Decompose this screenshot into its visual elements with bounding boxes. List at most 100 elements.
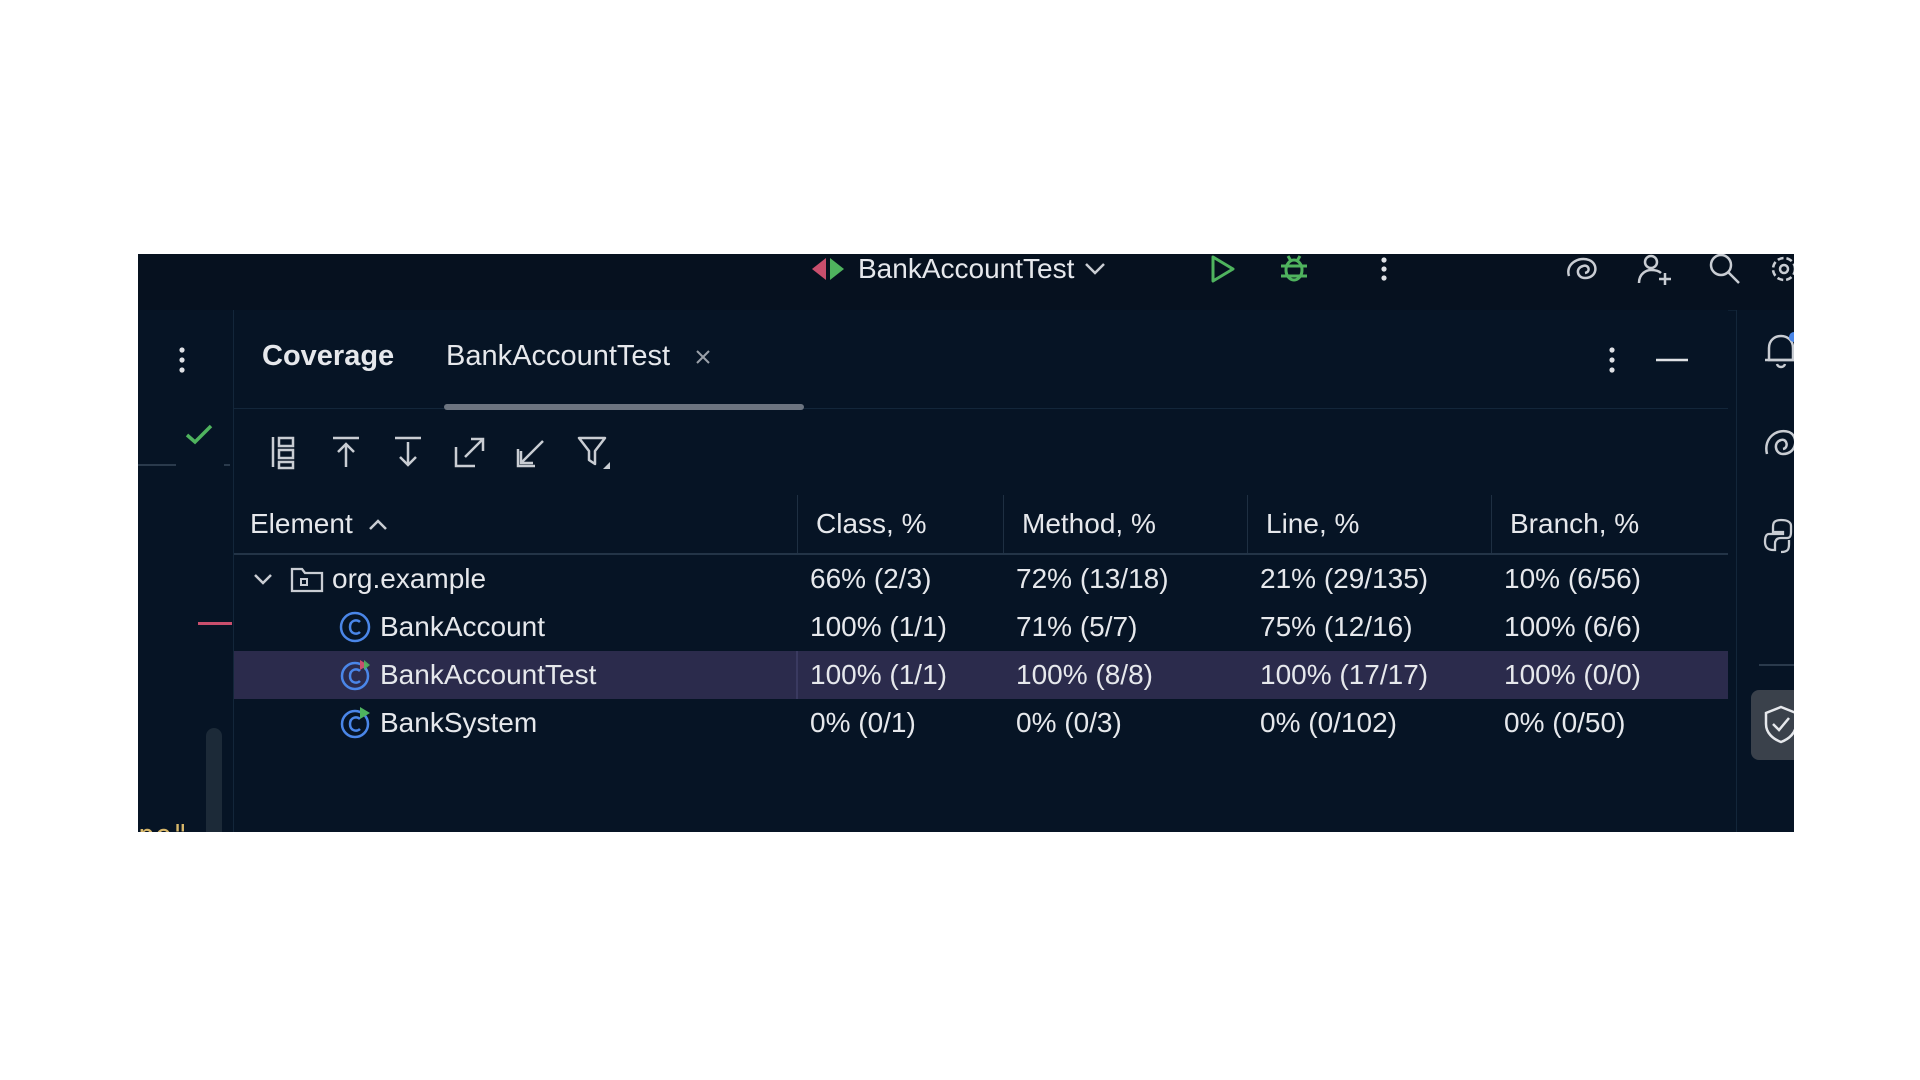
run-icon [1211, 255, 1235, 283]
runnable-class-icon [340, 707, 370, 739]
run-button[interactable] [1202, 254, 1242, 284]
column-header-class[interactable]: Class, % [798, 495, 1004, 553]
more-vertical-icon [179, 347, 185, 373]
notifications-button[interactable] [1761, 330, 1794, 370]
chevron-down-icon[interactable] [252, 572, 274, 586]
ide-window: BankAccountTest Coverage BankAccountTest… [138, 254, 1794, 832]
branch-coverage: 100% (6/6) [1504, 611, 1641, 642]
expand-all-button[interactable] [450, 432, 490, 472]
search-button[interactable] [1704, 254, 1746, 284]
element-name: org.example [332, 563, 487, 594]
line-coverage: 21% (29/135) [1260, 563, 1429, 594]
table-header: Element Class, % Method, % Line, % Branc… [234, 495, 1728, 555]
filter-button[interactable] [574, 432, 614, 472]
notifications-icon [1765, 332, 1794, 369]
settings-button[interactable] [1766, 254, 1794, 284]
line-coverage: 100% (17/17) [1260, 659, 1429, 690]
column-header-branch[interactable]: Branch, % [1492, 495, 1728, 553]
coverage-toolbar [264, 430, 614, 474]
class-icon [339, 611, 371, 643]
column-header-element[interactable]: Element [234, 495, 798, 553]
expand-all-icon [454, 437, 485, 468]
table-row[interactable]: BankAccount 100% (1/1) 71% (5/7) 75% (12… [234, 603, 1728, 651]
run-config-icon [812, 258, 844, 280]
debug-icon [1281, 255, 1307, 282]
class-coverage: 100% (1/1) [810, 611, 947, 642]
method-coverage: 0% (0/3) [1016, 707, 1122, 738]
tab-bankaccounttest[interactable]: BankAccountTest [446, 340, 712, 373]
code-punct: , [189, 818, 206, 832]
more-vertical-icon [1381, 257, 1387, 281]
sort-ascending-icon [368, 519, 387, 530]
element-name: BankSystem [380, 707, 538, 738]
element-cell: org.example [234, 555, 798, 603]
column-header-line[interactable]: Line, % [1248, 495, 1492, 553]
class-coverage: 0% (0/1) [810, 707, 916, 738]
divider [1759, 664, 1794, 666]
debug-button[interactable] [1274, 254, 1314, 284]
method-coverage: 100% (8/8) [1016, 659, 1153, 690]
coverage-shield-icon [1764, 705, 1794, 744]
search-icon [1709, 254, 1740, 284]
class-coverage: 66% (2/3) [810, 563, 932, 594]
line-coverage: 0% (0/102) [1260, 707, 1397, 738]
panel-tab-bar: Coverage BankAccountTest [234, 310, 1728, 410]
ai-assistant-icon [1567, 257, 1597, 280]
run-config-name: BankAccountTest [858, 254, 1075, 284]
ai-assistant-tool-button[interactable] [1761, 424, 1794, 464]
branch-coverage: 0% (0/50) [1504, 707, 1626, 738]
method-coverage: 71% (5/7) [1016, 611, 1138, 642]
coverage-panel: Coverage BankAccountTest Element Class, … [234, 310, 1728, 832]
more-vertical-icon[interactable] [1608, 346, 1616, 374]
flatten-packages-icon [271, 436, 295, 470]
active-tab-indicator [444, 404, 804, 410]
method-coverage: 72% (13/18) [1016, 563, 1169, 594]
panel-actions [1608, 346, 1688, 374]
class-coverage: 100% (1/1) [810, 659, 947, 690]
error-marker[interactable] [198, 622, 232, 625]
tab-label: BankAccountTest [446, 340, 671, 372]
divider [224, 464, 230, 466]
collapse-all-button[interactable] [512, 432, 552, 472]
add-user-button[interactable] [1634, 254, 1676, 285]
coverage-tool-button[interactable] [1751, 690, 1794, 760]
code-string: pe" [138, 818, 189, 832]
test-class-icon [340, 660, 370, 691]
line-coverage: 75% (12/16) [1260, 611, 1413, 642]
code-fragment: pe", [138, 818, 205, 832]
flatten-packages-button[interactable] [264, 432, 304, 472]
toolbar-more-button[interactable] [1374, 254, 1394, 284]
close-icon[interactable] [694, 348, 712, 366]
element-name: BankAccountTest [380, 659, 597, 690]
filter-icon [577, 436, 610, 469]
table-row[interactable]: BankAccountTest 100% (1/1) 100% (8/8) 10… [234, 651, 1728, 699]
coverage-table: Element Class, % Method, % Line, % Branc… [234, 495, 1728, 747]
element-cell: BankAccountTest [234, 651, 798, 699]
collapse-all-icon [516, 440, 544, 468]
table-row[interactable]: BankSystem 0% (0/1) 0% (0/3) 0% (0/102) … [234, 699, 1728, 747]
navigate-up-button[interactable] [326, 432, 366, 472]
divider [138, 464, 176, 466]
branch-coverage: 10% (6/56) [1504, 563, 1641, 594]
settings-icon [1771, 256, 1794, 282]
minimize-icon[interactable] [1656, 357, 1688, 363]
editor-scrollbar[interactable] [206, 728, 222, 832]
editor-edge: pe", [138, 310, 234, 832]
left-more-button[interactable] [178, 346, 186, 379]
package-folder-icon [290, 567, 324, 593]
element-cell: BankAccount [234, 603, 798, 651]
python-console-button[interactable] [1761, 516, 1794, 556]
python-console-icon [1763, 518, 1793, 554]
check-icon [185, 424, 213, 445]
panel-title: Coverage [262, 340, 395, 372]
ai-assistant-icon [1765, 429, 1794, 456]
ai-assistant-button[interactable] [1562, 254, 1604, 284]
inspection-ok-indicator[interactable] [184, 422, 214, 451]
element-cell: BankSystem [234, 699, 798, 747]
navigate-down-button[interactable] [388, 432, 428, 472]
navigate-down-icon [395, 436, 421, 467]
chevron-down-icon [1085, 263, 1106, 275]
column-header-method[interactable]: Method, % [1004, 495, 1248, 553]
run-config-selector[interactable]: BankAccountTest [808, 254, 1106, 284]
table-row[interactable]: org.example 66% (2/3) 72% (13/18) 21% (2… [234, 555, 1728, 603]
